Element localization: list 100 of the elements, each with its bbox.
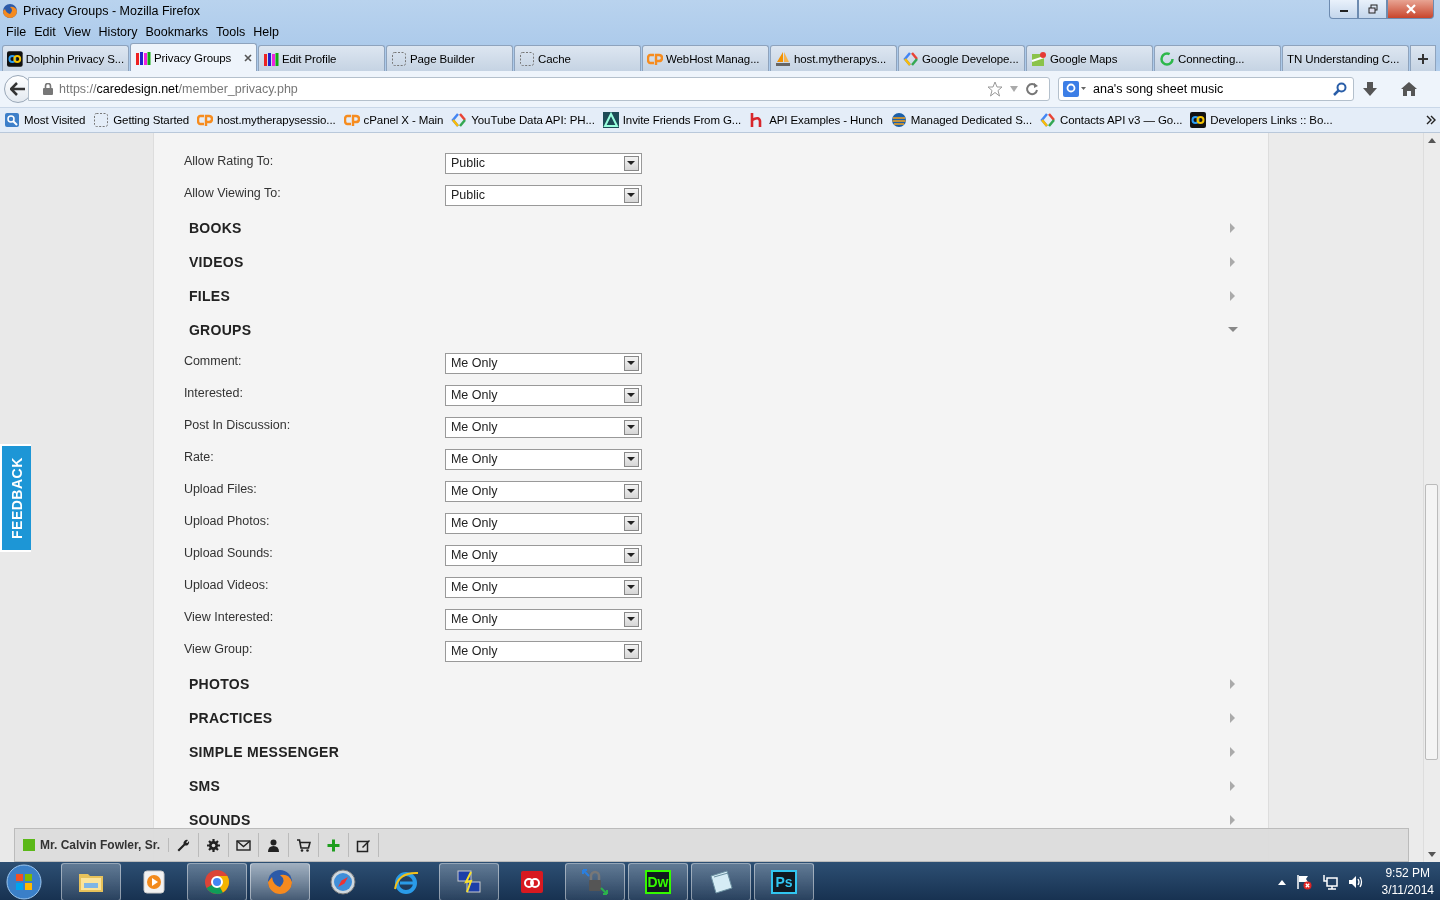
volume-icon[interactable] <box>1347 874 1364 890</box>
search-icon[interactable] <box>1333 82 1347 96</box>
bookmark-link[interactable]: Managed Dedicated S... <box>890 112 1032 128</box>
browser-tab[interactable]: Privacy Groups <box>130 43 257 71</box>
menu-item[interactable]: Bookmarks <box>143 24 214 39</box>
dolphin-logo-icon <box>1190 112 1207 128</box>
dropdown-field[interactable]: Me Only <box>444 512 642 534</box>
section-title[interactable]: PHOTOS <box>188 676 1227 692</box>
gear-icon[interactable] <box>206 837 222 853</box>
plus-icon <box>1417 52 1429 65</box>
flag-icon[interactable] <box>1295 874 1312 890</box>
dropdown-field[interactable]: Public <box>444 184 642 206</box>
padlock-icon <box>581 868 609 896</box>
taskbar-button[interactable]: Dw <box>628 863 688 900</box>
address-bar[interactable]: https://caredesign.net/member_privacy.php <box>28 77 1050 101</box>
menu-item[interactable]: File <box>4 24 33 39</box>
field-label: Comment: <box>183 354 243 368</box>
browser-tab[interactable]: Cache <box>514 45 641 71</box>
browser-tab[interactable]: Connecting... <box>1154 45 1281 71</box>
user-name[interactable]: Mr. Calvin Fowler, Sr. <box>40 838 170 852</box>
brackets-icon <box>1040 112 1056 128</box>
section-title[interactable]: PRACTICES <box>188 710 1227 726</box>
new-tab-button[interactable] <box>1410 45 1436 71</box>
network-icon[interactable] <box>1321 874 1338 890</box>
taskbar-button[interactable] <box>439 863 499 900</box>
browser-tab[interactable]: Dolphin Privacy S... <box>2 45 129 71</box>
url-text: https://caredesign.net/member_privacy.php <box>59 82 299 96</box>
browser-tab[interactable]: Edit Profile <box>258 45 385 71</box>
plus-icon[interactable] <box>326 837 342 853</box>
back-arrow-icon <box>10 82 26 96</box>
dropdown-field[interactable]: Me Only <box>444 640 642 662</box>
section-title[interactable]: VIDEOS <box>188 254 1227 270</box>
taskbar-button[interactable] <box>61 863 121 900</box>
bookmark-link[interactable]: API Examples - Hunch <box>749 112 883 128</box>
section-title[interactable]: SMS <box>188 778 1227 794</box>
dolphin-logo-icon <box>7 50 23 67</box>
chrome-icon <box>203 868 231 896</box>
clock[interactable]: 9:52 PM 3/11/2014 <box>1381 865 1434 899</box>
browser-tab[interactable]: WebHost Manag... <box>642 45 769 71</box>
dropdown-field[interactable]: Me Only <box>444 480 642 502</box>
dropdown-field[interactable]: Me Only <box>444 352 642 374</box>
cart-icon[interactable] <box>296 837 312 853</box>
cpanel-icon <box>343 112 360 128</box>
wrench-icon[interactable] <box>176 837 192 853</box>
bookmark-link[interactable]: Getting Started <box>93 112 190 128</box>
section-title[interactable]: GROUPS <box>188 322 1227 338</box>
browser-tab[interactable]: Google Maps <box>1026 45 1153 71</box>
menu-item[interactable]: Edit <box>32 24 62 39</box>
menu-item[interactable]: Tools <box>214 24 252 39</box>
dropdown-field[interactable]: Me Only <box>444 608 642 630</box>
home-icon[interactable] <box>1400 81 1418 97</box>
taskbar-button[interactable] <box>187 863 247 900</box>
menu-item[interactable]: History <box>96 24 144 39</box>
field-label: Upload Videos: <box>183 578 270 592</box>
loading-icon <box>1159 50 1175 67</box>
browser-tab[interactable]: TN Understanding C... <box>1282 45 1409 71</box>
dropdown-field[interactable]: Me Only <box>444 448 642 470</box>
bookmark-link[interactable]: Invite Friends From G... <box>602 112 742 128</box>
star-icon[interactable] <box>987 81 1003 97</box>
browser-tab[interactable]: host.mytherapys... <box>770 45 897 71</box>
bookmark-link[interactable]: cPanel X - Main <box>343 112 444 128</box>
scrollbar[interactable] <box>1423 133 1440 862</box>
browser-tab[interactable]: Google Develope... <box>898 45 1025 71</box>
bookmark-link[interactable]: Contacts API v3 — Go... <box>1040 112 1183 128</box>
restore-button[interactable] <box>1358 0 1387 19</box>
edit-icon[interactable] <box>356 837 372 853</box>
start-button-icon[interactable] <box>4 863 44 900</box>
reload-icon[interactable] <box>1025 82 1039 96</box>
taskbar-button[interactable] <box>691 863 751 900</box>
section-title[interactable]: FILES <box>188 288 1227 304</box>
person-icon[interactable] <box>266 837 282 853</box>
section-title[interactable]: BOOKS <box>188 220 1227 236</box>
notepad-icon <box>707 868 735 896</box>
bookmark-link[interactable]: host.mytherapysessio... <box>197 112 336 128</box>
section-title[interactable]: SOUNDS <box>188 812 1227 828</box>
more-bookmarks-icon[interactable] <box>1426 115 1436 125</box>
show-hidden-icons-icon[interactable] <box>1277 879 1286 885</box>
browser-tab[interactable]: Page Builder <box>386 45 513 71</box>
field-label: View Interested: <box>183 610 275 624</box>
dropdown-field[interactable]: Me Only <box>444 416 642 438</box>
dropdown-field[interactable]: Me Only <box>444 576 642 598</box>
menu-item[interactable]: View <box>61 24 97 39</box>
triangle-logo-icon <box>602 112 619 128</box>
minimize-button[interactable] <box>1329 0 1358 19</box>
download-icon[interactable] <box>1362 81 1378 97</box>
bookmark-link[interactable]: YouTube Data API: PH... <box>451 112 595 128</box>
dropdown-field[interactable]: Me Only <box>444 384 642 406</box>
mail-icon[interactable] <box>236 837 252 853</box>
close-button[interactable] <box>1387 0 1434 19</box>
search-field[interactable]: ana's song sheet music <box>1058 77 1354 101</box>
bookmark-link[interactable]: Most Visited <box>4 112 86 128</box>
dropdown-field[interactable]: Public <box>444 152 642 174</box>
dropdown-field[interactable]: Me Only <box>444 544 642 566</box>
search-engine-icon[interactable] <box>1063 81 1087 97</box>
menu-item[interactable]: Help <box>251 24 285 39</box>
sailboat-icon <box>775 50 791 67</box>
section-title[interactable]: SIMPLE MESSENGER <box>188 744 1227 760</box>
bookmark-link[interactable]: Developers Links :: Bo... <box>1190 112 1333 128</box>
taskbar-button[interactable]: Ps <box>754 863 814 900</box>
close-icon[interactable] <box>244 53 252 62</box>
